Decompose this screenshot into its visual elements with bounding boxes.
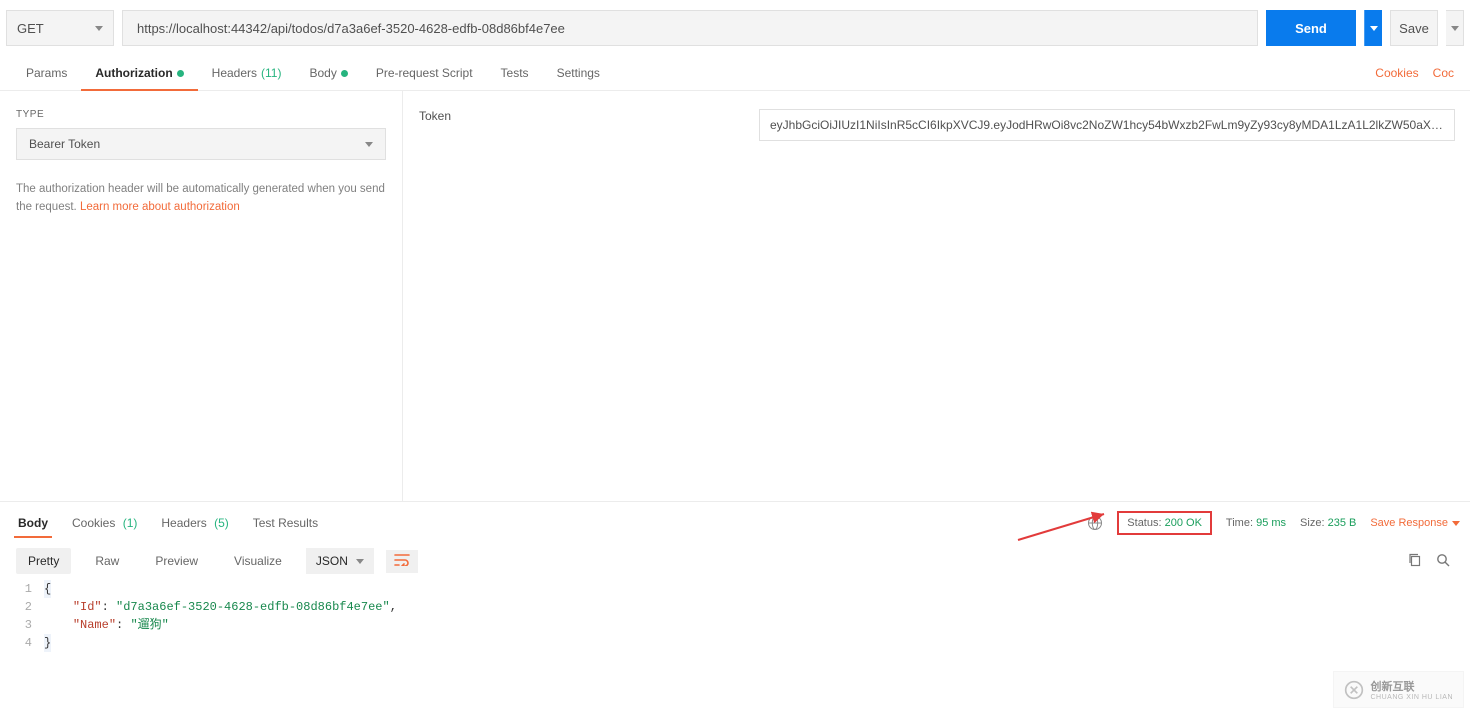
tab-prerequest[interactable]: Pre-request Script [362,56,487,90]
status-box: Status: 200 OK [1117,511,1212,535]
save-response-button[interactable]: Save Response [1370,517,1460,529]
resp-tab-cookies[interactable]: Cookies (1) [60,508,149,538]
tab-tests[interactable]: Tests [487,56,543,90]
method-select[interactable]: GET [6,10,114,46]
visualize-button[interactable]: Visualize [222,548,294,574]
globe-icon[interactable] [1087,515,1103,531]
auth-type-select[interactable]: Bearer Token [16,128,386,160]
chevron-down-icon [1451,26,1459,31]
search-icon[interactable] [1436,553,1450,570]
token-input[interactable] [759,109,1455,141]
save-dropdown-button[interactable] [1446,10,1464,46]
chevron-down-icon [1452,521,1460,526]
save-button[interactable]: Save [1390,10,1438,46]
send-dropdown-button[interactable] [1364,10,1382,46]
auth-note: The authorization header will be automat… [16,180,386,217]
raw-button[interactable]: Raw [83,548,131,574]
time-meta: Time: 95 ms [1226,517,1286,529]
format-select[interactable]: JSON [306,548,374,574]
size-meta: Size: 235 B [1300,517,1356,529]
resp-tab-tests[interactable]: Test Results [241,508,330,538]
preview-button[interactable]: Preview [143,548,210,574]
url-input[interactable] [122,10,1258,46]
chevron-down-icon [95,26,103,31]
send-button[interactable]: Send [1266,10,1356,46]
tab-headers[interactable]: Headers(11) [198,56,296,90]
dot-icon [341,70,348,77]
response-body[interactable]: 1{ 2 "Id": "d7a3a6ef-3520-4628-edfb-08d8… [0,580,1470,652]
auth-type-label: TYPE [16,109,386,120]
pretty-button[interactable]: Pretty [16,548,71,574]
wrap-lines-icon[interactable] [386,550,418,573]
tab-settings[interactable]: Settings [543,56,614,90]
tab-params[interactable]: Params [12,56,81,90]
dot-icon [177,70,184,77]
tab-authorization[interactable]: Authorization [81,56,197,90]
cookies-link[interactable]: Cookies [1375,66,1418,80]
auth-type-value: Bearer Token [29,137,100,151]
method-value: GET [17,21,44,36]
watermark: 创新互联 CHUANG XIN HU LIAN [1333,671,1464,708]
resp-tab-body[interactable]: Body [6,508,60,538]
chevron-down-icon [365,142,373,147]
chevron-down-icon [356,559,364,564]
chevron-down-icon [1370,26,1378,31]
token-label: Token [419,109,739,123]
auth-learn-more-link[interactable]: Learn more about authorization [80,201,240,213]
code-link[interactable]: Coc [1433,66,1454,80]
tab-body[interactable]: Body [295,56,361,90]
status-value: 200 OK [1165,517,1202,529]
resp-tab-headers[interactable]: Headers (5) [149,508,240,538]
copy-icon[interactable] [1408,553,1422,570]
